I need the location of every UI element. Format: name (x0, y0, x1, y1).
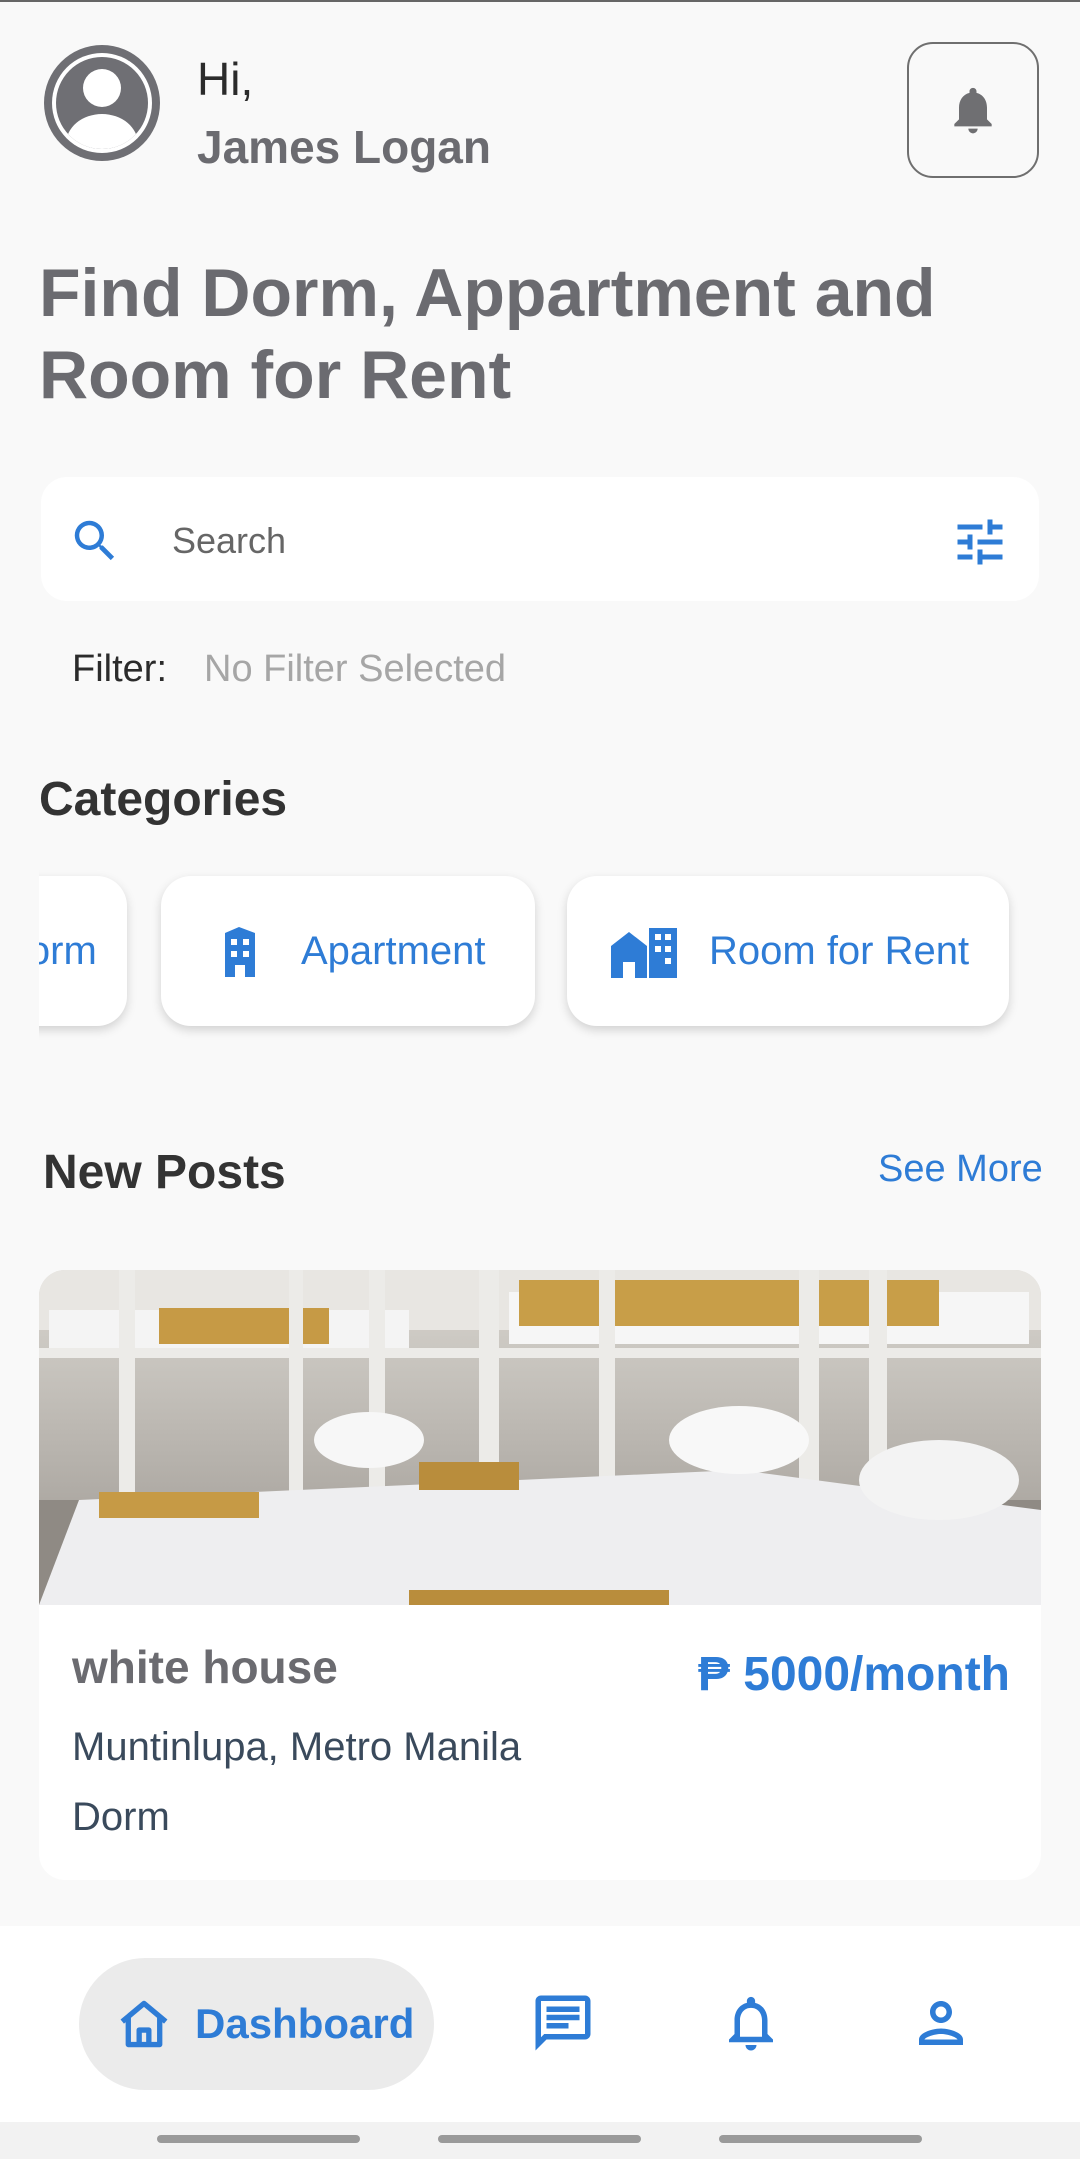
bell-icon[interactable] (718, 1990, 784, 2056)
filter-value: No Filter Selected (204, 648, 507, 690)
categories-title: Categories (39, 773, 288, 826)
bunk-beds-photo (39, 1270, 1041, 1605)
system-nav-back[interactable] (719, 2135, 922, 2143)
filter-settings-icon[interactable] (950, 512, 1010, 572)
greeting-text: Hi, (197, 53, 254, 105)
new-posts-title: New Posts (43, 1146, 286, 1199)
system-nav-home[interactable] (438, 2135, 641, 2143)
post-location: Muntinlupa, Metro Manila (72, 1725, 522, 1769)
system-nav-recents[interactable] (157, 2135, 360, 2143)
apartment-building-icon (225, 927, 255, 977)
post-type: Dorm (72, 1795, 170, 1839)
home-icon (120, 2000, 168, 2048)
user-name: James Logan (197, 121, 491, 173)
post-title: white house (72, 1641, 338, 1693)
category-apartment[interactable]: Apartment (161, 876, 535, 1026)
category-dorm[interactable]: Dorm (39, 876, 127, 1026)
status-divider (0, 0, 1080, 2)
see-more-link[interactable]: See More (878, 1148, 1043, 1191)
notifications-button[interactable] (907, 42, 1039, 178)
category-room-for-rent-label: Room for Rent (709, 928, 970, 973)
nav-dashboard-label: Dashboard (195, 2000, 415, 2047)
category-dorm-label: Dorm (39, 928, 97, 973)
page-title: Find Dorm, Appartment and Room for Rent (39, 255, 936, 413)
person-icon[interactable] (908, 1990, 974, 2056)
post-card[interactable]: white house ₱ 5000/month Muntinlupa, Met… (39, 1270, 1041, 1880)
categories-carousel[interactable]: Dorm Apartment Room for Rent (39, 860, 1080, 1060)
chat-icon[interactable] (530, 1990, 596, 2056)
search-icon (74, 520, 115, 561)
category-apartment-label: Apartment (301, 928, 486, 973)
avatar[interactable] (39, 40, 165, 166)
house-building-icon (611, 928, 677, 978)
post-price: ₱ 5000/month (697, 1648, 1010, 1701)
category-room-for-rent[interactable]: Room for Rent (567, 876, 1009, 1026)
bell-icon (954, 87, 992, 134)
nav-dashboard[interactable]: Dashboard (79, 1958, 434, 2090)
search-input[interactable] (170, 510, 914, 572)
filter-label: Filter: (72, 648, 167, 690)
